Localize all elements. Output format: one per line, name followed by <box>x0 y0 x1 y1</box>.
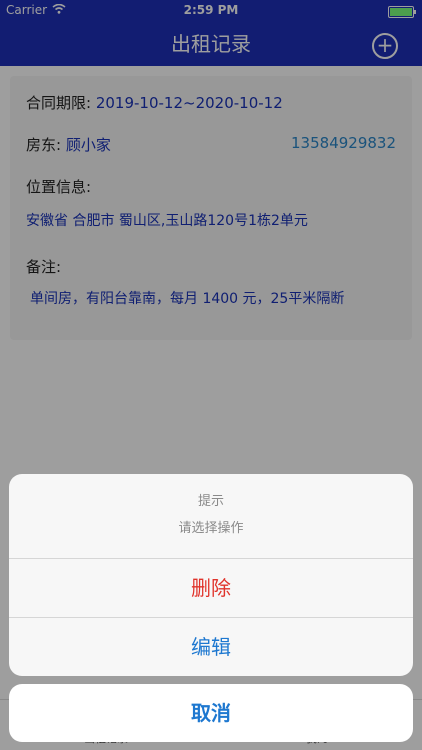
action-sheet-title: 提示 <box>197 494 224 509</box>
action-sheet-header: 提示 请选择操作 <box>9 474 413 559</box>
action-sheet-message: 请选择操作 <box>178 521 244 536</box>
delete-button[interactable]: 删除 <box>9 559 413 618</box>
action-sheet: 提示 请选择操作 删除 编辑 <box>9 474 413 676</box>
cancel-sheet: 取消 <box>9 684 413 742</box>
edit-button[interactable]: 编辑 <box>9 618 413 676</box>
cancel-button[interactable]: 取消 <box>9 684 413 742</box>
